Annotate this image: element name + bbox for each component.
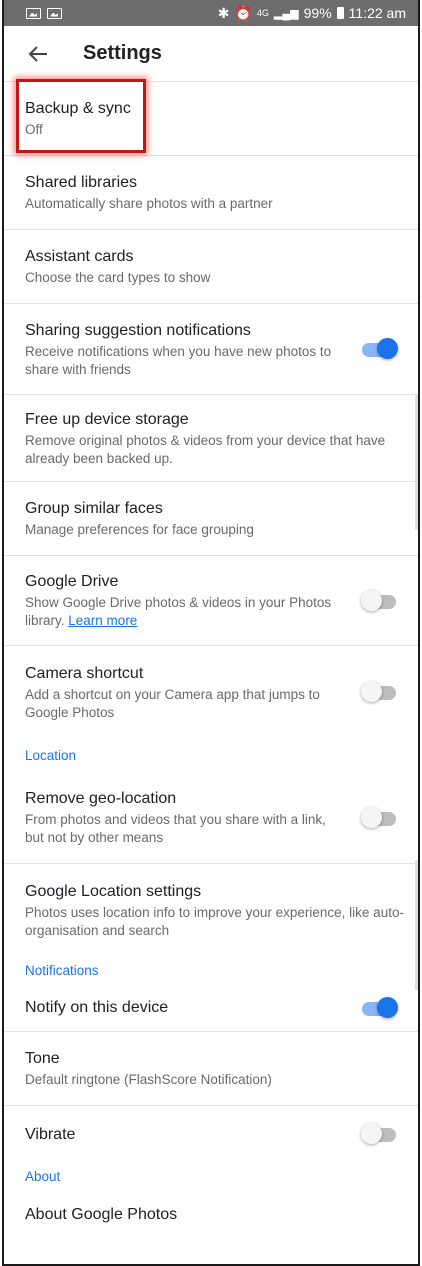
setting-title: Google Drive xyxy=(25,573,119,590)
toggle-knob xyxy=(361,589,382,611)
setting-shared-libraries[interactable]: Shared libraries Automatically share pho… xyxy=(4,156,418,230)
status-right: ✱ ⏰ 4G ▂▄▆ 99% 11:22 am xyxy=(218,5,406,22)
setting-subtitle: Off xyxy=(25,122,43,137)
battery-percent: 99% xyxy=(303,5,332,21)
setting-title: Remove geo-location xyxy=(25,790,177,807)
sharing-suggestions-toggle[interactable] xyxy=(362,338,398,359)
toggle-knob xyxy=(377,996,398,1018)
setting-title: Vibrate xyxy=(25,1125,76,1143)
scrollbar-track-lower[interactable] xyxy=(415,860,418,990)
setting-remove-geo-location[interactable]: Remove geo-location From photos and vide… xyxy=(4,772,418,864)
setting-title: Shared libraries xyxy=(25,174,138,191)
setting-subtitle: Show Google Drive photos & videos in you… xyxy=(25,594,348,630)
setting-camera-shortcut[interactable]: Camera shortcut Add a shortcut on your C… xyxy=(4,646,418,738)
app-bar: Settings xyxy=(4,26,418,82)
vibrate-toggle[interactable] xyxy=(361,1123,396,1144)
setting-title: About Google Photos xyxy=(25,1205,178,1223)
setting-title: Group similar faces xyxy=(25,500,163,517)
setting-subtitle: Manage preferences for face grouping xyxy=(25,522,254,537)
setting-assistant-cards[interactable]: Assistant cards Choose the card types to… xyxy=(4,230,418,304)
network-type: 4G xyxy=(256,7,269,18)
setting-sharing-suggestions[interactable]: Sharing suggestion notifications Receive… xyxy=(4,304,418,395)
google-drive-toggle[interactable] xyxy=(361,589,396,611)
screenshot-icon xyxy=(47,7,62,19)
remove-geo-location-toggle[interactable] xyxy=(361,806,396,828)
setting-subtitle: Remove original photos & videos from you… xyxy=(25,432,386,466)
section-header-location: Location xyxy=(25,747,77,763)
setting-subtitle: Automatically share photos with a partne… xyxy=(25,196,273,211)
scrollbar-track[interactable] xyxy=(415,395,418,530)
setting-google-location[interactable]: Google Location settings Photos uses loc… xyxy=(4,864,418,956)
status-bar: ✱ ⏰ 4G ▂▄▆ 99% 11:22 am xyxy=(4,0,418,26)
toggle-knob xyxy=(361,681,382,702)
toggle-knob xyxy=(377,338,398,359)
phone-frame: ✱ ⏰ 4G ▂▄▆ 99% 11:22 am Settings Backup … xyxy=(2,0,420,1266)
signal-icon: ▂▄▆ xyxy=(273,7,299,20)
setting-title: Notify on this device xyxy=(25,999,169,1016)
setting-group-faces[interactable]: Group similar faces Manage preferences f… xyxy=(4,482,418,556)
setting-title: Free up device storage xyxy=(25,410,189,428)
setting-title: Assistant cards xyxy=(25,248,134,265)
setting-title: Camera shortcut xyxy=(25,664,144,682)
setting-title: Google Location settings xyxy=(25,882,202,900)
setting-subtitle: Default ringtone (FlashScore Notificatio… xyxy=(25,1072,272,1087)
page-title: Settings xyxy=(83,42,162,64)
toggle-knob xyxy=(361,1123,382,1144)
setting-subtitle: Choose the card types to show xyxy=(25,270,211,285)
section-header-notifications: Notifications xyxy=(25,962,99,978)
bluetooth-icon: ✱ xyxy=(217,4,230,21)
setting-title: Sharing suggestion notifications xyxy=(25,321,251,339)
back-arrow-icon[interactable] xyxy=(26,42,50,66)
learn-more-link[interactable]: Learn more xyxy=(68,613,137,628)
setting-title: Tone xyxy=(25,1050,60,1067)
setting-subtitle: Add a shortcut on your Camera app that j… xyxy=(25,686,320,720)
battery-icon xyxy=(336,7,344,19)
setting-free-up-storage[interactable]: Free up device storage Remove original p… xyxy=(4,395,418,482)
section-header-about: About xyxy=(25,1168,61,1184)
settings-list: Backup & sync Off Shared libraries Autom… xyxy=(4,82,418,1238)
gallery-icon xyxy=(26,7,41,19)
setting-tone[interactable]: Tone Default ringtone (FlashScore Notifi… xyxy=(4,1032,418,1106)
setting-notify-device[interactable]: Notify on this device xyxy=(4,984,418,1032)
setting-subtitle: Photos uses location info to improve you… xyxy=(25,904,404,938)
camera-shortcut-toggle[interactable] xyxy=(361,681,396,702)
status-notifications xyxy=(26,7,62,19)
notify-device-toggle[interactable] xyxy=(362,996,398,1018)
toggle-knob xyxy=(361,806,382,828)
setting-vibrate[interactable]: Vibrate xyxy=(4,1106,418,1162)
setting-subtitle: From photos and videos that you share wi… xyxy=(25,812,326,845)
setting-backup-sync[interactable]: Backup & sync Off xyxy=(4,82,418,156)
setting-title: Backup & sync xyxy=(25,100,131,117)
setting-subtitle: Receive notifications when you have new … xyxy=(25,343,332,377)
setting-about-google-photos[interactable]: About Google Photos xyxy=(4,1190,418,1238)
alarm-icon: ⏰ xyxy=(234,4,252,21)
setting-google-drive[interactable]: Google Drive Show Google Drive photos & … xyxy=(4,556,418,646)
clock: 11:22 am xyxy=(348,5,406,21)
